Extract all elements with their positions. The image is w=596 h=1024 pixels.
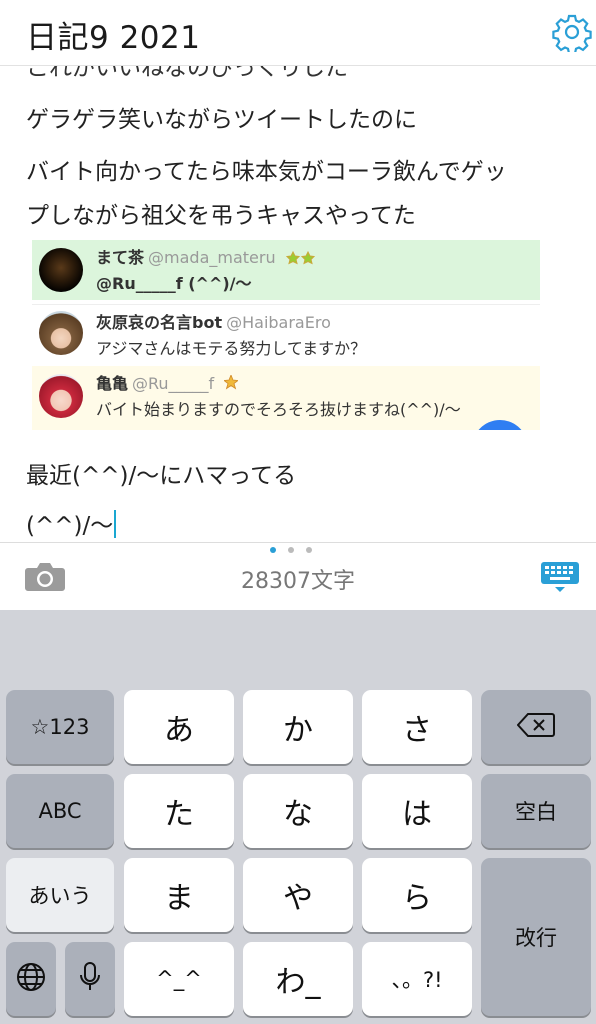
microphone-key[interactable] xyxy=(65,942,115,1016)
tweet-text: アジマさんはモテる努力してますか？ xyxy=(96,339,367,358)
japanese-keyboard: ☆123 あ か さ ABC た な は 空白 あいう ま や ら 改行 ^_^… xyxy=(0,610,596,1024)
key-ra[interactable]: ら xyxy=(362,858,472,932)
tweet-item: 灰原哀の名言bot @HaibaraEro アジマさんはモテる努力してますか？ xyxy=(32,304,540,362)
key-ta[interactable]: た xyxy=(124,774,234,848)
text-line: ゲラゲラ笑いながらツイートしたのに xyxy=(26,107,417,133)
key-aiu[interactable]: あいう xyxy=(6,858,114,932)
text-line: これがいいねなのびっくりした xyxy=(26,66,348,81)
key-a[interactable]: あ xyxy=(124,690,234,764)
avatar xyxy=(39,311,83,355)
page-title: 日記9 2021 xyxy=(26,20,201,56)
badge-icon xyxy=(223,373,240,395)
bottom-toolbar: 28307文字 xyxy=(0,542,596,610)
character-count: 28307文字 xyxy=(241,569,355,594)
globe-key[interactable] xyxy=(6,942,56,1016)
key-na[interactable]: な xyxy=(243,774,353,848)
page-dot xyxy=(288,547,294,553)
key-sa[interactable]: さ xyxy=(362,690,472,764)
diary-editor[interactable]: これがいいねなのびっくりした ゲラゲラ笑いながらツイートしたのに バイト向かって… xyxy=(0,66,596,542)
key-punctuation[interactable]: 、。?! xyxy=(362,942,472,1016)
gear-icon[interactable] xyxy=(552,12,592,55)
tweet-author: 亀亀 @Ru_____f xyxy=(96,370,240,395)
key-emoticon[interactable]: ^_^ xyxy=(124,942,234,1016)
text-line: 最近(^^)/〜にハマってる xyxy=(26,463,297,489)
page-indicator xyxy=(270,547,320,555)
text-line: バイト向かってたら味本気がコーラ飲んでゲッ xyxy=(26,159,507,185)
key-123[interactable]: ☆123 xyxy=(6,690,114,764)
app-header: 日記9 2021 xyxy=(0,0,596,66)
space-key[interactable]: 空白 xyxy=(481,774,591,848)
key-ma[interactable]: ま xyxy=(124,858,234,932)
key-abc[interactable]: ABC xyxy=(6,774,114,848)
key-ya[interactable]: や xyxy=(243,858,353,932)
globe-icon xyxy=(15,961,47,997)
tweet-text: @Ru_____f (^^)/〜 xyxy=(96,274,252,293)
avatar xyxy=(39,248,83,292)
tweet-author: 灰原哀の名言bot @HaibaraEro xyxy=(96,313,331,332)
microphone-icon xyxy=(79,961,101,997)
badge-icon xyxy=(285,250,316,269)
avatar xyxy=(39,374,83,418)
text-line: プしながら祖父を弔うキャスやってた xyxy=(26,203,416,229)
text-caret xyxy=(114,510,117,538)
tweet-item: まて茶 @mada_materu @Ru_____f (^^)/〜 xyxy=(32,240,540,300)
text-line-current: (^^)/〜 xyxy=(26,506,117,540)
backspace-icon xyxy=(516,712,555,742)
tweet-author: まて茶 @mada_materu xyxy=(96,244,316,269)
key-ha[interactable]: は xyxy=(362,774,472,848)
key-wa[interactable]: わ_ xyxy=(243,942,353,1016)
page-dot xyxy=(306,547,312,553)
keyboard-icon[interactable] xyxy=(540,561,580,593)
key-ka[interactable]: か xyxy=(243,690,353,764)
return-key[interactable]: 改行 xyxy=(481,858,591,1016)
tweet-item: 亀亀 @Ru_____f バイト始まりますのでそろそろ抜けますね(^^)/〜 xyxy=(32,366,540,430)
tweet-text: バイト始まりますのでそろそろ抜けますね(^^)/〜 xyxy=(96,400,461,419)
page-dot xyxy=(270,547,276,553)
backspace-key[interactable] xyxy=(481,690,591,764)
embedded-tweet-image[interactable]: まて茶 @mada_materu @Ru_____f (^^)/〜 灰原哀の名言b… xyxy=(32,240,540,430)
